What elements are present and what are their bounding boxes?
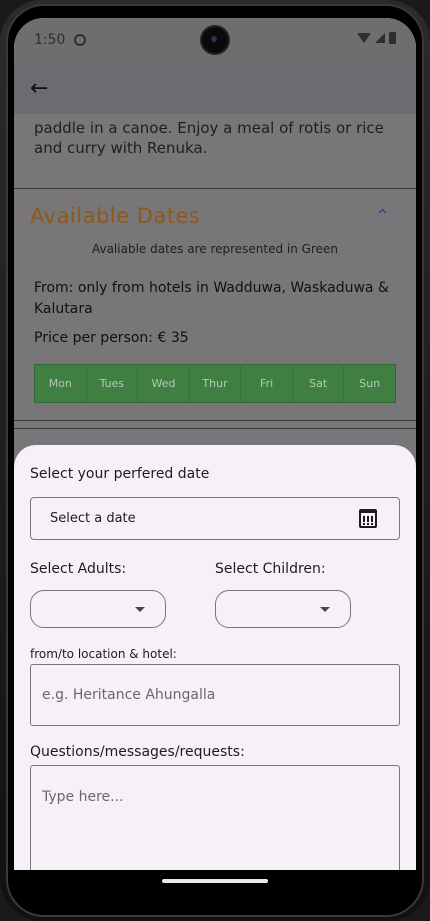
questions-label: Questions/messages/requests: bbox=[30, 744, 245, 760]
dropdown-arrow-icon bbox=[320, 607, 330, 612]
weekday-strip: Mon Tues Wed Thur Fri Sat Sun bbox=[34, 364, 396, 403]
wifi-icon bbox=[357, 33, 371, 43]
calendar-icon[interactable] bbox=[359, 509, 377, 528]
questions-placeholder: Type here... bbox=[42, 789, 124, 805]
date-picker-field[interactable]: Select a date bbox=[30, 497, 400, 540]
divider bbox=[14, 188, 416, 189]
divider bbox=[14, 420, 416, 421]
home-indicator[interactable] bbox=[162, 879, 268, 883]
day-tues: Tues bbox=[87, 365, 139, 402]
screen: 1:50 ← paddle in a canoe. Enjoy a meal o… bbox=[14, 18, 416, 896]
children-label: Select Children: bbox=[215, 561, 326, 577]
location-label: from/to location & hotel: bbox=[30, 647, 177, 661]
date-label: Select your perfered date bbox=[30, 466, 210, 482]
children-dropdown[interactable] bbox=[215, 590, 351, 628]
adults-label: Select Adults: bbox=[30, 561, 127, 577]
booking-sheet: Select your perfered date Select a date … bbox=[14, 445, 416, 896]
tour-description: paddle in a canoe. Enjoy a meal of rotis… bbox=[34, 119, 384, 157]
section-title: Available Dates bbox=[30, 204, 201, 228]
price-info: Price per person: € 35 bbox=[34, 330, 189, 346]
day-mon: Mon bbox=[35, 365, 87, 402]
questions-textarea[interactable]: Type here... bbox=[30, 765, 400, 885]
location-placeholder: e.g. Heritance Ahungalla bbox=[42, 687, 216, 703]
day-sat: Sat bbox=[293, 365, 345, 402]
status-bar: 1:50 bbox=[14, 18, 416, 62]
divider bbox=[14, 428, 416, 429]
chevron-up-icon[interactable]: ⌃ bbox=[375, 206, 390, 227]
status-time: 1:50 bbox=[34, 32, 66, 48]
availability-note: Avaliable dates are represented in Green bbox=[91, 242, 339, 256]
day-sun: Sun bbox=[359, 377, 381, 390]
adults-dropdown[interactable] bbox=[30, 590, 166, 628]
status-icons bbox=[357, 32, 396, 44]
arrow-left-icon[interactable]: ← bbox=[30, 76, 48, 101]
date-field-text: Select a date bbox=[50, 511, 136, 526]
app-bar: ← bbox=[14, 62, 416, 114]
signal-icon bbox=[375, 33, 385, 43]
battery-icon bbox=[389, 32, 396, 44]
notification-icon bbox=[74, 34, 86, 46]
phone-frame: 1:50 ← paddle in a canoe. Enjoy a meal o… bbox=[0, 0, 430, 921]
day-thur: Thur bbox=[190, 365, 242, 402]
location-input[interactable]: e.g. Heritance Ahungalla bbox=[30, 664, 400, 726]
pickup-info: From: only from hotels in Wadduwa, Waska… bbox=[34, 280, 389, 317]
day-fri: Fri bbox=[241, 365, 293, 402]
dropdown-arrow-icon bbox=[135, 607, 145, 612]
front-camera bbox=[202, 27, 228, 53]
gesture-nav-bar bbox=[14, 870, 416, 896]
day-wed: Wed bbox=[138, 365, 190, 402]
